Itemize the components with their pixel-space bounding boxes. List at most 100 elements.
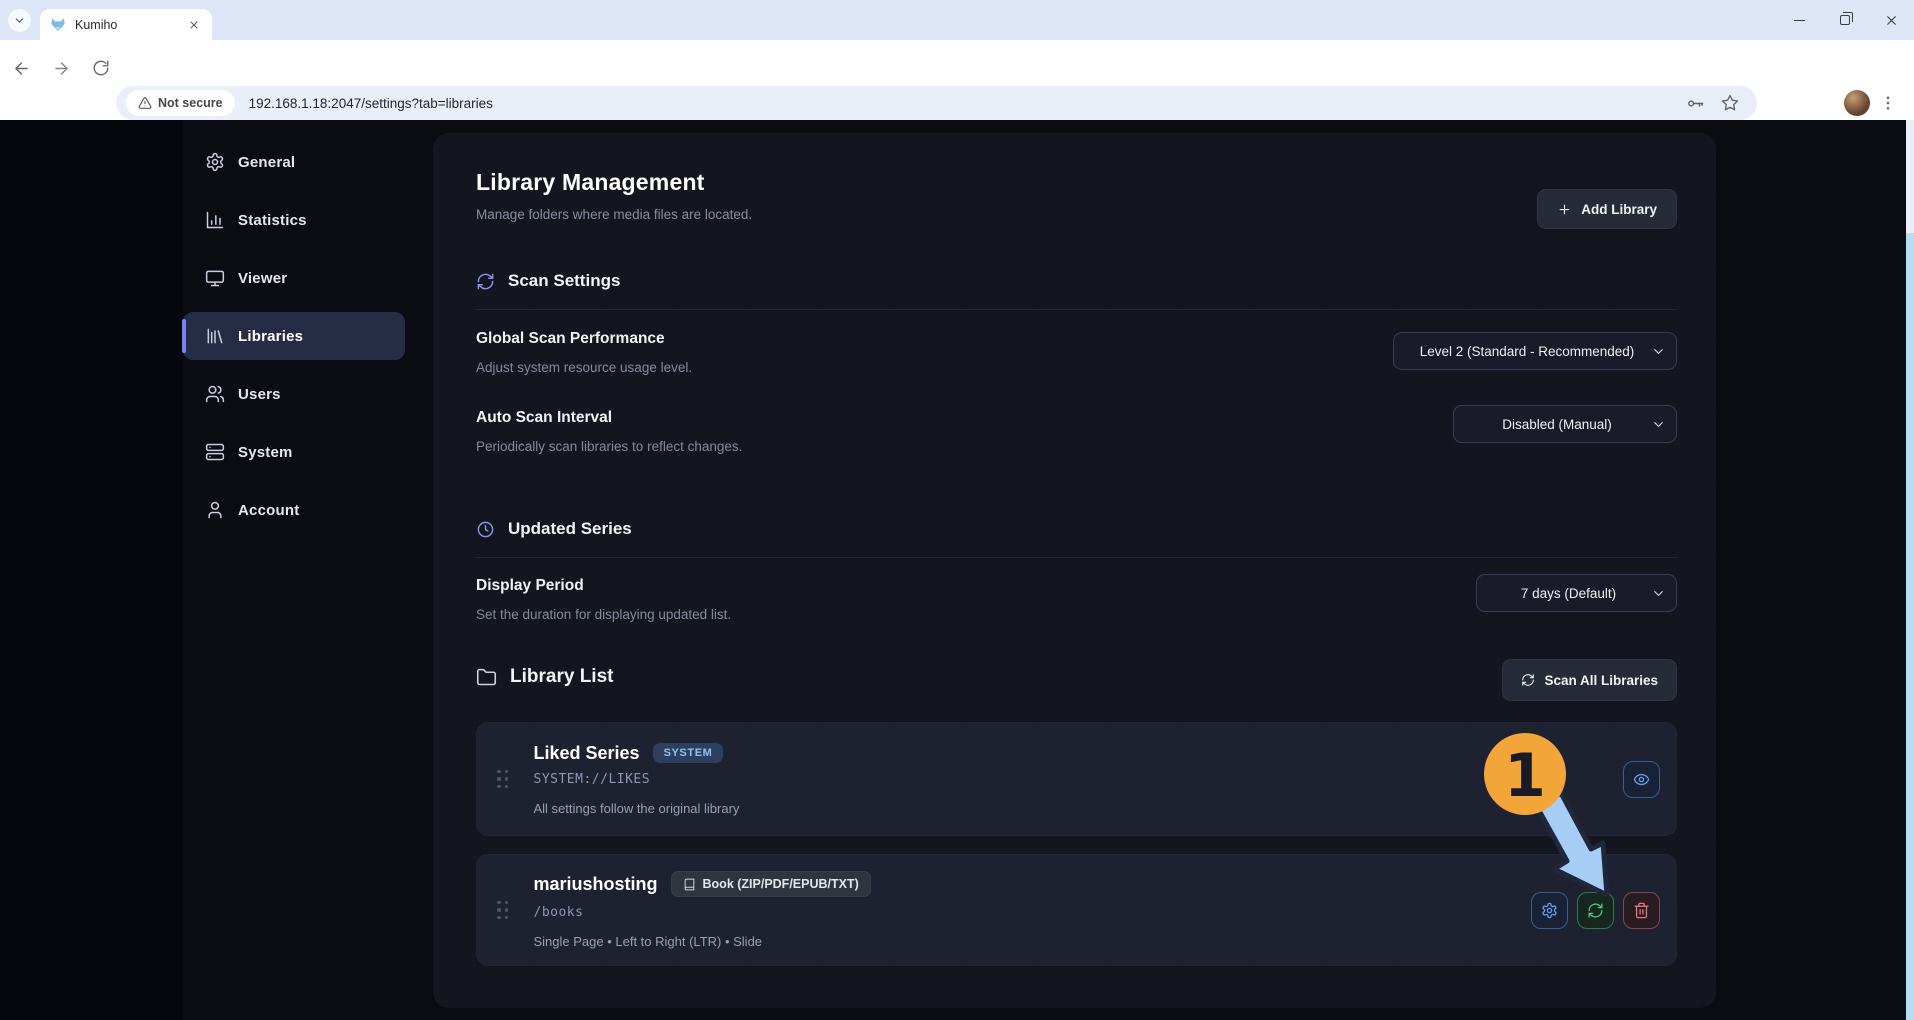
page-subtitle: Manage folders where media files are loc… <box>476 207 752 222</box>
field-description: Periodically scan libraries to reflect c… <box>476 439 742 454</box>
reload-button[interactable] <box>86 53 116 83</box>
sidebar-label: Libraries <box>238 328 303 345</box>
scan-settings-header: Scan Settings <box>476 271 620 291</box>
sidebar-label: Viewer <box>238 270 287 287</box>
profile-avatar[interactable] <box>1844 90 1870 116</box>
sidebar-label: Users <box>238 386 281 403</box>
eye-icon <box>1633 771 1650 788</box>
warning-icon <box>138 96 152 110</box>
drag-handle-icon[interactable] <box>497 770 509 789</box>
add-library-button[interactable]: Add Library <box>1537 189 1677 229</box>
sidebar-item-general[interactable]: General <box>183 138 405 186</box>
plus-icon <box>1557 202 1572 217</box>
chevron-down-icon <box>1651 417 1666 432</box>
folder-icon <box>476 667 497 688</box>
gear-icon <box>1541 902 1558 919</box>
sidebar-item-libraries[interactable]: Libraries <box>183 312 405 360</box>
page-scrollbar-track[interactable] <box>1906 120 1914 1020</box>
library-meta: Single Page • Left to Right (LTR) • Slid… <box>534 934 1532 949</box>
sidebar-label: System <box>238 444 293 461</box>
field-label: Auto Scan Interval <box>476 409 612 427</box>
library-path: SYSTEM://LIKES <box>534 772 1624 787</box>
system-badge: SYSTEM <box>653 743 724 763</box>
sidebar-item-viewer[interactable]: Viewer <box>183 254 405 302</box>
page-scrollbar-thumb[interactable] <box>1906 233 1914 1020</box>
monitor-icon <box>205 268 225 288</box>
window-minimize-button[interactable] <box>1776 0 1822 40</box>
active-accent-bar <box>182 319 186 353</box>
chevron-down-icon <box>1651 344 1666 359</box>
field-label: Display Period <box>476 577 584 595</box>
view-library-button[interactable] <box>1623 761 1660 798</box>
library-settings-button[interactable] <box>1531 892 1568 929</box>
library-management-panel: Library Management Manage folders where … <box>433 133 1716 1008</box>
window-controls <box>1776 0 1914 40</box>
browser-toolbar: Not secure 192.168.1.18:2047/settings?ta… <box>0 40 1914 120</box>
bar-chart-icon <box>205 210 225 230</box>
chevron-down-icon <box>1651 586 1666 601</box>
sidebar-item-system[interactable]: System <box>183 428 405 476</box>
forward-button[interactable] <box>46 53 76 83</box>
library-icon <box>205 326 225 346</box>
library-list-header: Library List <box>476 666 613 688</box>
library-entry-mariushosting: mariushosting Book (ZIP/PDF/EPUB/TXT) /b… <box>476 854 1677 966</box>
person-icon <box>205 500 225 520</box>
library-entry-liked-series: Liked Series SYSTEM SYSTEM://LIKES All s… <box>476 722 1677 836</box>
field-description: Adjust system resource usage level. <box>476 360 692 375</box>
sidebar-item-account[interactable]: Account <box>183 486 405 534</box>
global-scan-performance-select[interactable]: Level 2 (Standard - Recommended) <box>1393 332 1677 370</box>
site-security-chip[interactable]: Not secure <box>126 90 235 116</box>
refresh-icon <box>1521 673 1535 687</box>
updated-series-header: Updated Series <box>476 519 632 539</box>
page-content: General Statistics Viewer Libraries User… <box>0 120 1914 1020</box>
browser-tabstrip: Kumiho <box>0 0 1914 40</box>
sidebar-label: Account <box>238 502 299 519</box>
settings-sidebar: General Statistics Viewer Libraries User… <box>183 138 405 544</box>
scan-library-button[interactable] <box>1577 892 1614 929</box>
book-type-badge: Book (ZIP/PDF/EPUB/TXT) <box>671 871 871 897</box>
divider <box>476 309 1677 310</box>
library-name: mariushosting <box>534 874 658 895</box>
window-restore-button[interactable] <box>1822 0 1868 40</box>
trash-icon <box>1633 902 1650 919</box>
security-label: Not secure <box>158 96 223 110</box>
left-rail <box>0 120 183 1020</box>
library-name: Liked Series <box>534 743 640 764</box>
library-path: /books <box>534 905 1532 920</box>
sidebar-item-users[interactable]: Users <box>183 370 405 418</box>
gear-icon <box>205 152 225 172</box>
address-bar[interactable]: Not secure 192.168.1.18:2047/settings?ta… <box>116 86 1757 120</box>
delete-library-button[interactable] <box>1623 892 1660 929</box>
field-label: Global Scan Performance <box>476 330 665 348</box>
refresh-icon <box>476 272 495 291</box>
tab-search-button[interactable] <box>8 9 31 32</box>
users-icon <box>205 384 225 404</box>
drag-handle-icon[interactable] <box>497 901 509 920</box>
server-icon <box>205 442 225 462</box>
display-period-select[interactable]: 7 days (Default) <box>1476 574 1677 612</box>
chevron-down-icon <box>13 14 26 27</box>
sidebar-label: Statistics <box>238 212 307 229</box>
library-meta: All settings follow the original library <box>534 801 1624 816</box>
sidebar-item-statistics[interactable]: Statistics <box>183 196 405 244</box>
scan-all-libraries-button[interactable]: Scan All Libraries <box>1502 659 1677 701</box>
browser-menu-icon[interactable] <box>1876 91 1900 115</box>
browser-tab[interactable]: Kumiho <box>40 9 212 40</box>
back-button[interactable] <box>6 53 36 83</box>
book-icon <box>683 878 696 891</box>
password-key-icon[interactable] <box>1686 94 1705 113</box>
clock-icon <box>476 520 495 539</box>
window-close-button[interactable] <box>1868 0 1914 40</box>
kumiho-favicon-icon <box>50 17 66 33</box>
refresh-icon <box>1587 902 1604 919</box>
tab-close-icon[interactable] <box>186 17 202 33</box>
sidebar-label: General <box>238 154 295 171</box>
tab-title: Kumiho <box>75 18 186 32</box>
page-title: Library Management <box>476 169 752 196</box>
url-text: 192.168.1.18:2047/settings?tab=libraries <box>249 96 1686 111</box>
auto-scan-interval-select[interactable]: Disabled (Manual) <box>1453 405 1677 443</box>
divider <box>476 557 1677 558</box>
browser-window: Kumiho <box>0 0 1914 1020</box>
bookmark-star-icon[interactable] <box>1721 94 1739 112</box>
field-description: Set the duration for displaying updated … <box>476 607 731 622</box>
